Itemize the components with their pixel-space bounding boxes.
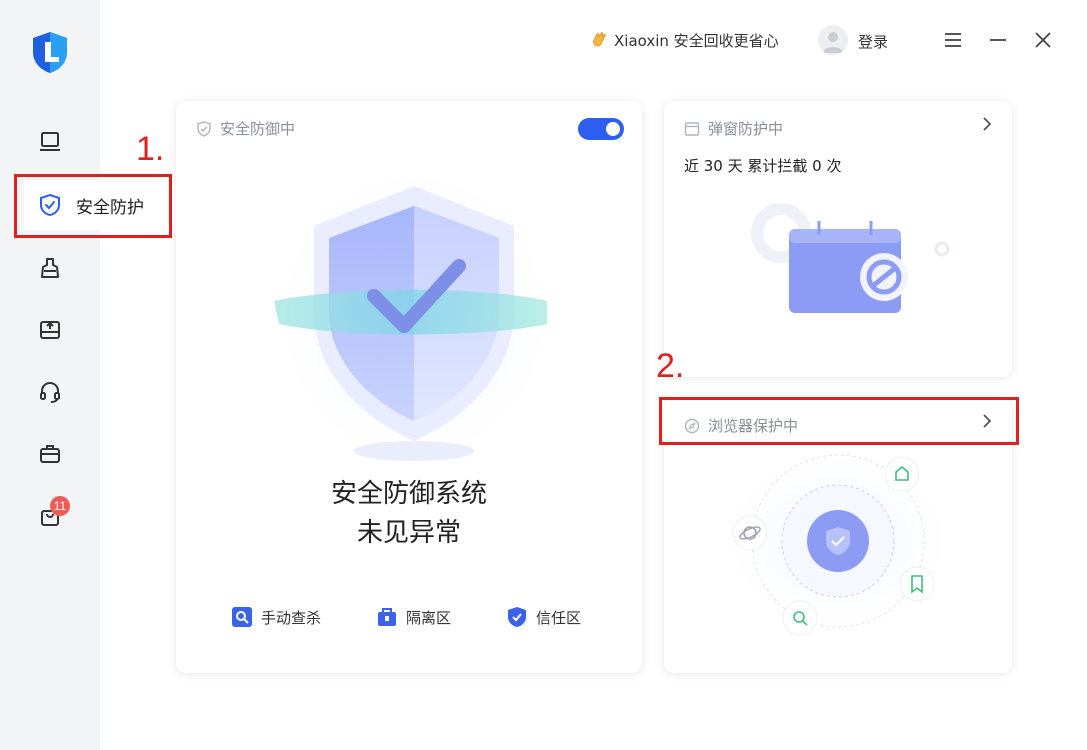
app-logo-icon (33, 32, 67, 73)
slogan-text: Xiaoxin 安全回收更省心 (614, 31, 779, 50)
defense-card: 安全防御中 安全防御系统 未见异常 手动查杀 隔离区 信任区 (176, 101, 642, 673)
quarantine-box-icon (378, 608, 396, 626)
defense-toggle[interactable] (578, 118, 624, 140)
login-button[interactable]: 登录 (858, 31, 888, 52)
chevron-right-icon[interactable] (980, 117, 994, 131)
toolbox-icon (40, 445, 60, 463)
sidebar-item-storage[interactable] (0, 308, 100, 352)
minimize-icon[interactable] (986, 28, 1010, 52)
manual-scan-button[interactable]: 手动查杀 (231, 606, 321, 628)
broom-icon (41, 258, 59, 278)
menu-icon[interactable] (941, 28, 965, 52)
notification-badge: 11 (50, 496, 70, 516)
popup-card[interactable]: 弹窗防护中 近 30 天 累计拦截 0 次 (664, 101, 1012, 377)
close-icon[interactable] (1031, 28, 1055, 52)
popup-block-stat: 近 30 天 累计拦截 0 次 (684, 157, 842, 175)
titlebar-slogan: Xiaoxin 安全回收更省心 (590, 24, 779, 56)
shield-outline-icon (197, 120, 211, 137)
sidebar-item-cleanup[interactable] (0, 246, 100, 290)
sidebar-item-store[interactable] (0, 494, 100, 538)
defense-card-title: 安全防御中 (196, 118, 295, 139)
toggle-knob (606, 122, 620, 136)
status-line-2: 未见异常 (356, 518, 461, 548)
scan-icon (232, 607, 252, 627)
popup-card-title: 弹窗防护中 (684, 118, 783, 139)
annotation-box-1 (14, 174, 172, 238)
quarantine-button[interactable]: 隔离区 (376, 606, 451, 628)
drive-icon (40, 321, 60, 339)
blocked-calendar-illustration (751, 203, 950, 313)
trust-zone-button[interactable]: 信任区 (506, 606, 581, 628)
annotation-number-2: 2. (656, 347, 685, 385)
headset-icon (40, 381, 60, 403)
waving-hand-icon (592, 32, 606, 47)
window-icon (684, 121, 700, 136)
shield-illustration (264, 156, 564, 476)
avatar[interactable] (818, 25, 848, 55)
sidebar: 安全防护 11 (0, 0, 164, 750)
annotation-box-2 (659, 397, 1019, 445)
user-icon (823, 32, 843, 53)
browser-orbit-illustration (724, 447, 963, 641)
sidebar-item-support[interactable] (0, 370, 100, 414)
annotation-number-1: 1. (136, 130, 165, 168)
laptop-icon (40, 132, 60, 151)
trust-shield-icon (508, 607, 526, 627)
sidebar-item-toolbox[interactable] (0, 432, 100, 476)
sidebar-item-computer[interactable] (0, 120, 100, 164)
status-line-1: 安全防御系统 (330, 479, 487, 509)
